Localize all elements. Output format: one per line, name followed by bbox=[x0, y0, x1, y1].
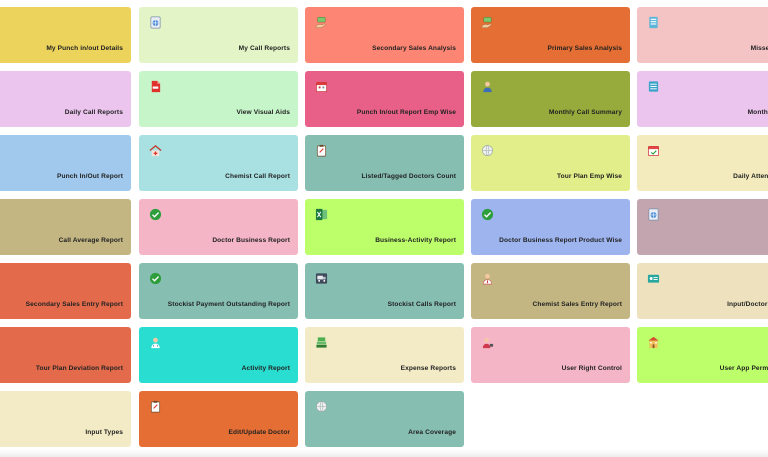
tile-chemist-sales-entry-report[interactable]: Chemist Sales Entry Report bbox=[471, 263, 630, 319]
tile-input-types[interactable]: Input Types bbox=[0, 391, 131, 447]
tile-tour-plan-emp-wise[interactable]: Tour Plan Emp Wise bbox=[471, 135, 630, 191]
tile-label: Tour Plan Emp Wise bbox=[556, 173, 622, 180]
doctor-icon bbox=[148, 335, 162, 349]
tile-label: Punch In/Out Report bbox=[56, 173, 123, 180]
calendar-icon bbox=[314, 79, 328, 93]
pharmacist-icon bbox=[480, 271, 494, 285]
tile-daily-call-reports[interactable]: Daily Call Reports bbox=[0, 71, 131, 127]
tile-listed-tagged-doctors-count[interactable]: Listed/Tagged Doctors Count bbox=[305, 135, 464, 191]
calendar-check-icon bbox=[646, 143, 660, 157]
tile-label: User Right Control bbox=[561, 365, 622, 372]
tile-edit-update-doctor[interactable]: Edit/Update Doctor bbox=[139, 391, 298, 447]
tile-label: Secondary Sales Entry Report bbox=[25, 301, 123, 308]
check-circle-icon bbox=[148, 207, 162, 221]
globe-icon bbox=[480, 143, 494, 157]
tile-call-average-report[interactable]: Call Average Report bbox=[0, 199, 131, 255]
excel-icon bbox=[314, 207, 328, 221]
tile-label: Edit/Update Doctor bbox=[228, 429, 290, 436]
globe-doc-icon bbox=[646, 207, 660, 221]
phone-list-icon bbox=[646, 15, 660, 29]
tile-label: Tour Plan Deviation Report bbox=[35, 365, 123, 372]
tile-missed-call[interactable]: Missed Call bbox=[637, 7, 768, 63]
tile-input-doctor-detail[interactable]: Input/Doctor Detail bbox=[637, 263, 768, 319]
tile-activity-report[interactable]: Activity Report bbox=[139, 327, 298, 383]
tile-label: Listed/Tagged Doctors Count bbox=[361, 173, 456, 180]
tile-stockist-payment-outstanding-report[interactable]: Stockist Payment Outstanding Report bbox=[139, 263, 298, 319]
tile-label: Stockist Calls Report bbox=[387, 301, 456, 308]
hand-money-icon bbox=[480, 15, 494, 29]
tile-business-activity-report[interactable]: Business-Activity Report bbox=[305, 199, 464, 255]
tile-monthly-call-summary[interactable]: Monthly Call Summary bbox=[471, 71, 630, 127]
tile-my-punch-in-out-details[interactable]: My Punch in/out Details bbox=[0, 7, 131, 63]
tile-label: User App Permission bbox=[719, 365, 768, 372]
globe-doc-icon bbox=[148, 15, 162, 29]
id-card-icon bbox=[646, 271, 660, 285]
tile-label: Input Types bbox=[85, 429, 123, 436]
tile-punch-in-out-report-emp-wise[interactable]: Punch In/out Report Emp Wise bbox=[305, 71, 464, 127]
tile-primary-sales-analysis[interactable]: Primary Sales Analysis bbox=[471, 7, 630, 63]
tile-label: Business-Activity Report bbox=[375, 237, 456, 244]
pdf-icon bbox=[148, 79, 162, 93]
user-icon bbox=[480, 79, 494, 93]
check-circle-icon bbox=[148, 271, 162, 285]
tile-label: Monthly Call bbox=[747, 109, 768, 116]
tile-label: Expense Reports bbox=[400, 365, 456, 372]
tile-user-right-control[interactable]: User Right Control bbox=[471, 327, 630, 383]
tile-label: Doctor Business Report Product Wise bbox=[499, 237, 622, 244]
tile-monthly-call[interactable]: Monthly Call bbox=[637, 71, 768, 127]
building-icon bbox=[646, 335, 660, 349]
tile-tour-plan-deviation-report[interactable]: Tour Plan Deviation Report bbox=[0, 327, 131, 383]
tile-secondary-sales-analysis[interactable]: Secondary Sales Analysis bbox=[305, 7, 464, 63]
tile-label: Primary Sales Analysis bbox=[547, 45, 622, 52]
tile-label: Input/Doctor Detail bbox=[727, 301, 768, 308]
tile-label: Daily Attendance bbox=[733, 173, 768, 180]
tile-label: View Visual Aids bbox=[236, 109, 290, 116]
tile-punch-in-out-report[interactable]: Punch In/Out Report bbox=[0, 135, 131, 191]
report-tiles-grid: My Punch in/out Details My Call Reports Se… bbox=[0, 0, 768, 457]
tile-label: My Punch in/out Details bbox=[46, 45, 123, 52]
tile-label: Call Average Report bbox=[58, 237, 123, 244]
tile-doctor-business-report-product-wise[interactable]: Doctor Business Report Product Wise bbox=[471, 199, 630, 255]
tile-label: My Call Reports bbox=[238, 45, 290, 52]
list-icon bbox=[646, 79, 660, 93]
tile-user-app-permission[interactable]: User App Permission bbox=[637, 327, 768, 383]
tile-secondary-sales-entry-report[interactable]: Secondary Sales Entry Report bbox=[0, 263, 131, 319]
tile-label: Secondary Sales Analysis bbox=[372, 45, 456, 52]
tile-label: Monthly Call Summary bbox=[548, 109, 622, 116]
tile-doctor-business-report[interactable]: Doctor Business Report bbox=[139, 199, 298, 255]
home-medical-icon bbox=[148, 143, 162, 157]
tile-label: Daily Call Reports bbox=[64, 109, 123, 116]
tile-label: Activity Report bbox=[241, 365, 290, 372]
tile-label: Chemist Call Report bbox=[225, 173, 290, 180]
tile-pob[interactable]: POB bbox=[637, 199, 768, 255]
hand-money-icon bbox=[314, 15, 328, 29]
money-stack-icon bbox=[314, 335, 328, 349]
truck-icon bbox=[314, 271, 328, 285]
tile-label: Chemist Sales Entry Report bbox=[532, 301, 622, 308]
tile-stockist-calls-report[interactable]: Stockist Calls Report bbox=[305, 263, 464, 319]
check-circle-icon bbox=[480, 207, 494, 221]
tile-label: Punch In/out Report Emp Wise bbox=[356, 109, 456, 116]
tile-view-visual-aids[interactable]: View Visual Aids bbox=[139, 71, 298, 127]
clipboard-icon bbox=[314, 143, 328, 157]
tile-label: Stockist Payment Outstanding Report bbox=[167, 301, 290, 308]
tile-chemist-call-report[interactable]: Chemist Call Report bbox=[139, 135, 298, 191]
user-lock-icon bbox=[480, 335, 494, 349]
globe-icon bbox=[314, 399, 328, 413]
tile-label: Area Coverage bbox=[408, 429, 456, 436]
tile-label: Doctor Business Report bbox=[212, 237, 290, 244]
tile-daily-attendance[interactable]: Daily Attendance bbox=[637, 135, 768, 191]
tile-label: Missed Call bbox=[750, 45, 768, 52]
tile-area-coverage[interactable]: Area Coverage bbox=[305, 391, 464, 447]
clipboard-icon bbox=[148, 399, 162, 413]
tile-my-call-reports[interactable]: My Call Reports bbox=[139, 7, 298, 63]
tile-expense-reports[interactable]: Expense Reports bbox=[305, 327, 464, 383]
